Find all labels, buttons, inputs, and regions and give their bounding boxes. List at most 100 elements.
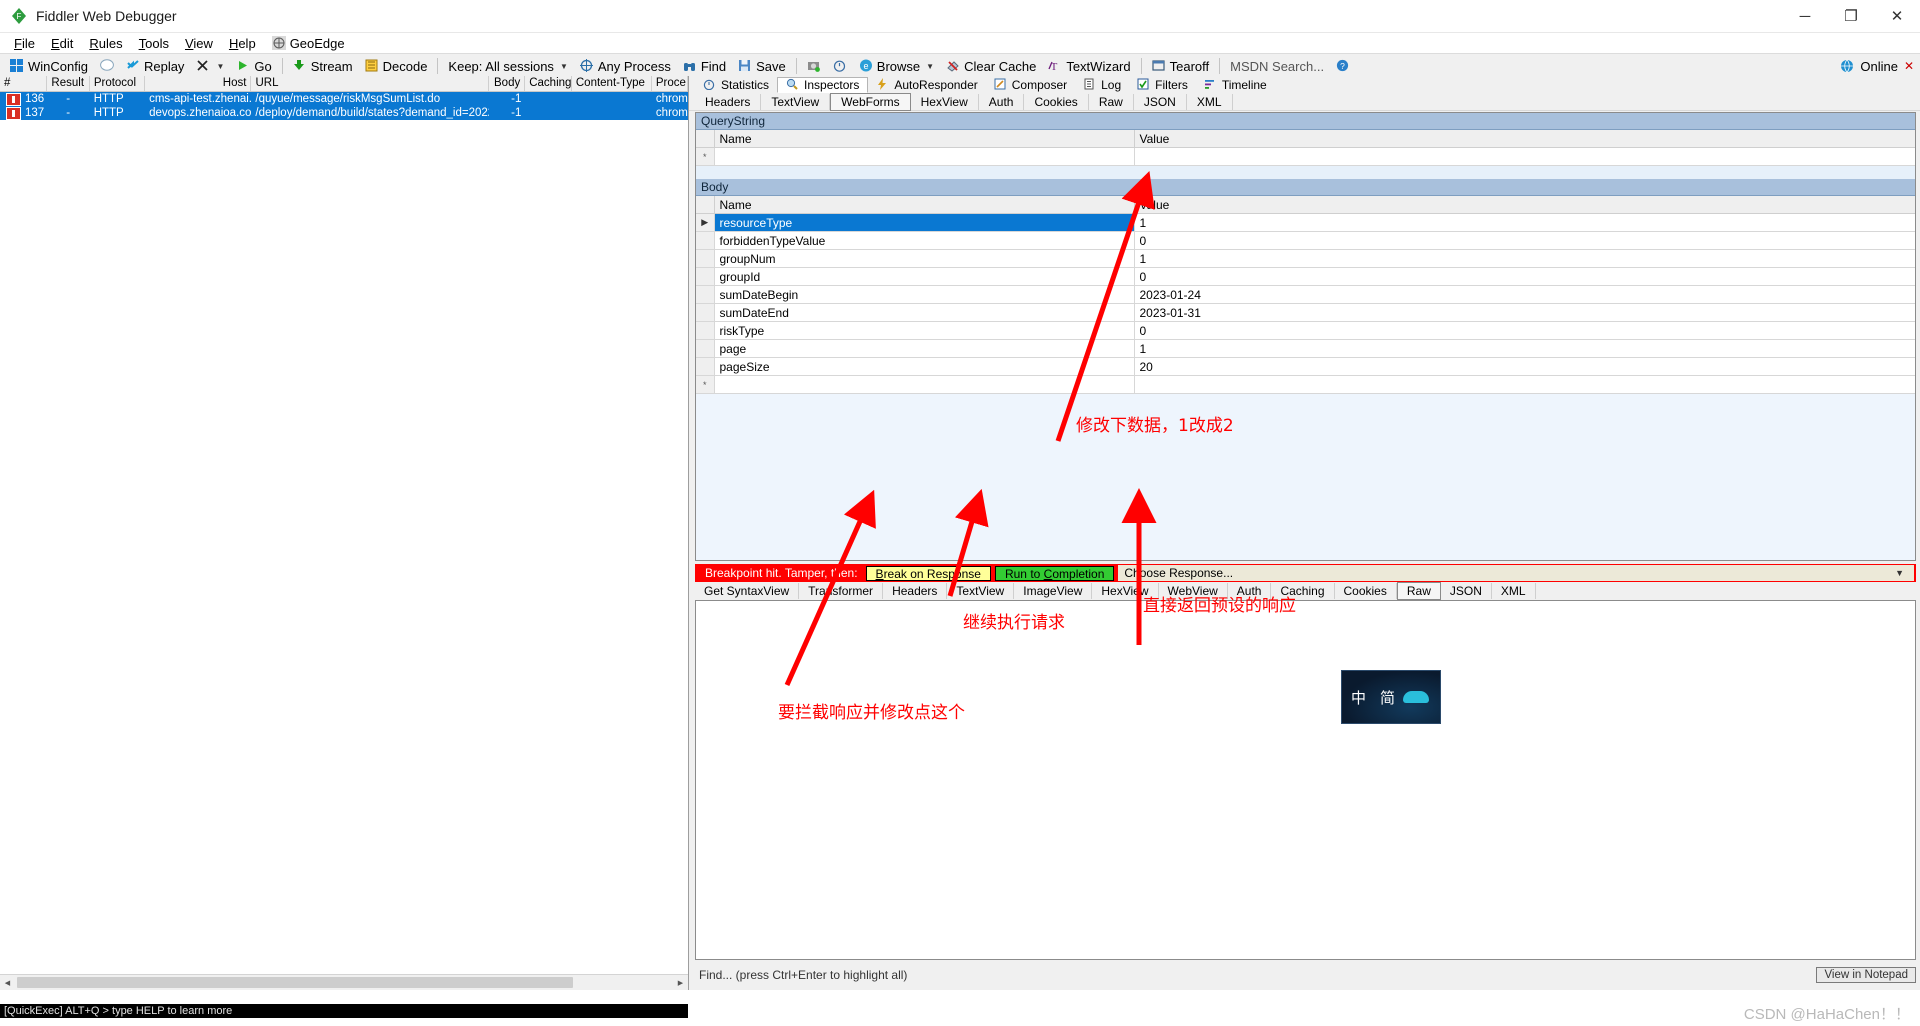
column-header-url[interactable]: URL <box>251 76 490 91</box>
table-row[interactable]: ▶ resourceType 1 <box>696 213 1915 232</box>
scroll-left-icon[interactable]: ◀ <box>0 975 15 990</box>
body-name-cell[interactable]: riskType <box>714 321 1135 340</box>
column-header-result[interactable]: Result <box>47 76 90 91</box>
table-row[interactable]: pageSize 20 <box>696 357 1915 376</box>
body-name-cell[interactable]: groupId <box>714 267 1135 286</box>
toolbar-timer[interactable] <box>827 58 853 74</box>
chevron-down-icon[interactable]: ▼ <box>926 62 934 71</box>
choose-response-dropdown[interactable]: Choose Response... ▼ <box>1118 565 1914 581</box>
toolbar-clear-cache[interactable]: Clear Cache <box>940 58 1042 75</box>
menu-tools[interactable]: Tools <box>131 34 177 53</box>
querystring-value-cell[interactable] <box>1134 147 1915 166</box>
toolbar-stream[interactable]: Stream <box>287 58 359 75</box>
view-in-notepad-button[interactable]: View in Notepad <box>1816 967 1916 983</box>
table-row[interactable]: page 1 <box>696 339 1915 358</box>
table-row[interactable]: 136 - HTTP cms-api-test.zhenai... /quyue… <box>0 92 688 106</box>
request-tab-raw[interactable]: Raw <box>1089 93 1134 110</box>
body-value-cell[interactable] <box>1134 375 1915 394</box>
response-tab-transformer[interactable]: Transformer <box>799 583 884 599</box>
chevron-down-icon[interactable]: ▼ <box>560 62 568 71</box>
toolbar-winconfig[interactable]: WinConfig <box>4 58 94 75</box>
break-on-response-button[interactable]: Break on Response <box>865 565 991 581</box>
response-tab-json[interactable]: JSON <box>1441 583 1492 599</box>
toolbar-keep-sessions[interactable]: Keep: All sessions ▼ <box>442 58 573 75</box>
request-tab-headers[interactable]: Headers <box>695 93 762 110</box>
body-value-cell[interactable]: 0 <box>1134 321 1915 340</box>
close-button[interactable]: ✕ <box>1874 0 1920 32</box>
chevron-down-icon[interactable]: ▼ <box>1895 565 1908 581</box>
body-name-cell[interactable]: pageSize <box>714 357 1135 376</box>
response-tab-headers[interactable]: Headers <box>883 583 948 599</box>
request-tab-cookies[interactable]: Cookies <box>1024 93 1089 110</box>
tab-inspectors[interactable]: Inspectors <box>777 77 869 93</box>
body-value-cell[interactable]: 1 <box>1134 249 1915 268</box>
request-tab-webforms[interactable]: WebForms <box>830 92 911 111</box>
body-value-cell[interactable]: 0 <box>1134 267 1915 286</box>
menu-view[interactable]: View <box>177 34 221 53</box>
column-header-content-type[interactable]: Content-Type <box>572 76 652 91</box>
querystring-name-cell[interactable] <box>714 147 1135 166</box>
toolbar-msdn-search[interactable]: MSDN Search... <box>1224 58 1330 75</box>
run-to-completion-button[interactable]: Run to Completion <box>994 565 1115 581</box>
body-value-cell[interactable]: 20 <box>1134 357 1915 376</box>
toolbar-browse[interactable]: e Browse ▼ <box>853 58 940 75</box>
toolbar-go[interactable]: Go <box>230 58 277 75</box>
find-input[interactable]: Find... (press Ctrl+Enter to highlight a… <box>695 968 907 982</box>
column-header-body[interactable]: Body <box>489 76 526 91</box>
column-header-protocol[interactable]: Protocol <box>90 76 146 91</box>
request-tab-auth[interactable]: Auth <box>979 93 1025 110</box>
column-header-num[interactable]: # <box>0 76 47 91</box>
tab-timeline[interactable]: Timeline <box>1196 77 1275 93</box>
body-value-cell[interactable]: 2023-01-24 <box>1134 285 1915 304</box>
column-header-caching[interactable]: Caching <box>525 76 572 91</box>
column-header-host[interactable]: Host <box>145 76 252 91</box>
chevron-down-icon[interactable]: ▼ <box>216 62 224 71</box>
querystring-name-header[interactable]: Name <box>714 130 1135 148</box>
menu-rules[interactable]: Rules <box>81 34 130 53</box>
toolbar-tearoff[interactable]: Tearoff <box>1146 58 1216 75</box>
body-name-cell[interactable]: sumDateBegin <box>714 285 1135 304</box>
querystring-table[interactable]: Name Value * <box>696 130 1915 166</box>
body-name-cell[interactable]: sumDateEnd <box>714 303 1135 322</box>
toolbar-save[interactable]: Save <box>732 58 792 75</box>
body-value-cell[interactable]: 1 <box>1134 213 1915 232</box>
request-tab-textview[interactable]: TextView <box>761 93 831 110</box>
toolbar-comment[interactable] <box>94 58 120 74</box>
body-value-cell[interactable]: 2023-01-31 <box>1134 303 1915 322</box>
toolbar-screenshot[interactable] <box>801 58 827 74</box>
response-tab-cookies[interactable]: Cookies <box>1335 583 1397 599</box>
table-row[interactable]: * <box>696 375 1915 394</box>
request-tab-hexview[interactable]: HexView <box>911 93 979 110</box>
menu-file[interactable]: FFileile <box>6 34 43 53</box>
body-name-cell[interactable]: forbiddenTypeValue <box>714 231 1135 250</box>
response-tab-textview[interactable]: TextView <box>947 583 1015 599</box>
horizontal-scrollbar[interactable]: ◀ ▶ <box>0 974 688 990</box>
body-name-cell[interactable]: page <box>714 339 1135 358</box>
toolbar-any-process[interactable]: Any Process <box>574 58 677 75</box>
tab-autoresponder[interactable]: AutoResponder <box>868 77 985 93</box>
session-list-pane[interactable]: # Result Protocol Host URL Body Caching … <box>0 76 689 990</box>
menu-help[interactable]: Help <box>221 34 264 53</box>
body-name-cell[interactable]: groupNum <box>714 249 1135 268</box>
querystring-value-header[interactable]: Value <box>1134 130 1915 148</box>
table-row[interactable]: sumDateEnd 2023-01-31 <box>696 303 1915 322</box>
tab-filters[interactable]: Filters <box>1129 77 1196 93</box>
toolbar-help[interactable]: ? <box>1330 58 1356 74</box>
request-tab-json[interactable]: JSON <box>1134 93 1187 110</box>
menu-edit[interactable]: Edit <box>43 34 81 53</box>
response-tab-raw[interactable]: Raw <box>1396 582 1441 600</box>
table-row[interactable]: forbiddenTypeValue 0 <box>696 231 1915 250</box>
toolbar-find[interactable]: Find <box>677 58 732 75</box>
table-row[interactable]: riskType 0 <box>696 321 1915 340</box>
tab-log[interactable]: Log <box>1075 77 1129 93</box>
scroll-right-icon[interactable]: ▶ <box>673 975 688 990</box>
response-tab-imageview[interactable]: ImageView <box>1014 583 1093 599</box>
response-body-view[interactable] <box>695 600 1916 960</box>
toolbar-replay[interactable]: Replay <box>120 58 190 75</box>
minimize-button[interactable]: ─ <box>1782 0 1828 32</box>
online-close-icon[interactable]: ✕ <box>1904 59 1914 73</box>
body-value-cell[interactable]: 1 <box>1134 339 1915 358</box>
scrollbar-thumb[interactable] <box>17 977 573 988</box>
table-row[interactable]: 137 - HTTP devops.zhenaioa.com /deploy/d… <box>0 106 688 120</box>
column-header-process[interactable]: Proce <box>652 76 688 91</box>
